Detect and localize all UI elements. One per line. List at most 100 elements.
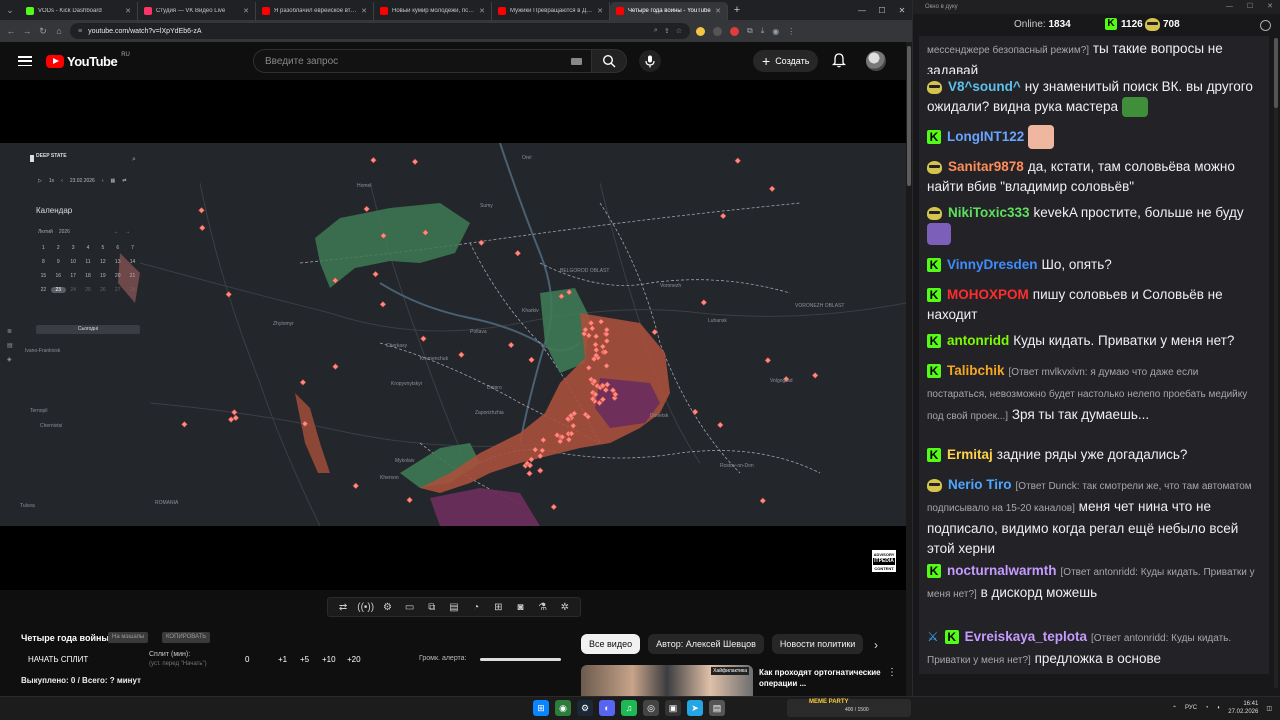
minimize-icon[interactable]: —	[852, 0, 872, 20]
meme-party-widget[interactable]: МЕМЕ PARTY 400 / 1500	[787, 699, 911, 717]
extension-icon[interactable]	[696, 26, 705, 36]
calendar-day[interactable]: 12	[95, 259, 110, 265]
tray-chevron-icon[interactable]: ⌃	[1172, 705, 1177, 712]
steam-icon[interactable]: ⚙	[577, 700, 593, 716]
chat-username[interactable]: NikiToxic333	[948, 205, 1030, 220]
video-player[interactable]: DEEP STATE ⌕ ▷ 1х ‹ 23.02.2026 › ▦ ⇄ Кал…	[0, 80, 906, 590]
new-tab-button[interactable]: +	[728, 4, 746, 16]
keyboard-icon[interactable]	[571, 58, 582, 65]
start-split-button[interactable]: НАЧАТЬ СПЛИТ	[28, 655, 88, 664]
chat-username[interactable]: V8^sound^	[948, 79, 1021, 94]
profile-icon[interactable]: ◉	[772, 27, 779, 36]
voice-search-button[interactable]	[639, 50, 661, 72]
kebab-menu-icon[interactable]: ⋮	[887, 667, 897, 678]
telegram-icon[interactable]: ➤	[687, 700, 703, 716]
next-icon[interactable]: ›	[102, 178, 104, 184]
minimize-icon[interactable]: —	[1226, 0, 1233, 14]
calendar-day[interactable]: 11	[81, 259, 96, 265]
notifications-button[interactable]	[831, 53, 847, 73]
calendar-day[interactable]: 6	[110, 245, 125, 251]
forward-icon[interactable]: →	[22, 26, 32, 36]
close-icon[interactable]: ✕	[715, 7, 721, 15]
screenshot-icon[interactable]: ⊞	[490, 602, 506, 613]
recommended-video[interactable]: Хайфилактика Как проходят ортогнатически…	[581, 665, 901, 696]
tab[interactable]: Новый кумир молодежи, псих... ✕	[374, 2, 492, 20]
lang-indicator[interactable]: РУС	[1185, 705, 1197, 711]
prev-icon[interactable]: ‹	[61, 178, 63, 184]
calendar-day[interactable]: 17	[66, 273, 81, 279]
video-thumbnail[interactable]: Хайфилактика	[581, 665, 753, 696]
next-month-icon[interactable]: →	[125, 229, 130, 235]
home-icon[interactable]: ⌂	[54, 26, 64, 36]
puzzle-icon[interactable]: ⧉	[747, 26, 753, 36]
close-icon[interactable]: ✕	[243, 7, 249, 15]
tab-search-icon[interactable]: ⌄	[0, 0, 20, 20]
pip-icon[interactable]: ⧉	[424, 602, 440, 613]
calendar-day[interactable]: 4	[81, 245, 96, 251]
tab[interactable]: Четыре года войны - YouTube ✕	[610, 2, 728, 20]
speed-icon[interactable]: ◔	[468, 602, 484, 613]
today-button[interactable]: Сьогодні	[36, 325, 140, 334]
tab[interactable]: Мужики Превращаются в ДЕВ... ✕	[492, 2, 610, 20]
share-icon[interactable]: ⇄	[122, 178, 126, 184]
filter-icon[interactable]: ◈	[7, 356, 13, 363]
site-info-icon[interactable]: ≡	[78, 28, 82, 35]
calendar-day[interactable]: 13	[110, 259, 125, 265]
maximize-icon[interactable]: ☐	[872, 0, 892, 20]
gear-icon[interactable]: ✲	[557, 602, 573, 613]
calendar-day[interactable]: 18	[81, 273, 96, 279]
calendar-day[interactable]: 8	[36, 259, 51, 265]
chat-username[interactable]: Sanitar9878	[948, 159, 1024, 174]
chat-scrollbar[interactable]	[1274, 38, 1278, 688]
chat-username[interactable]: LongINT122	[947, 129, 1024, 144]
chip-author[interactable]: Автор: Алексей Шевцов	[648, 634, 764, 654]
copy-button[interactable]: КОПИРОВАТЬ	[162, 632, 211, 643]
calendar-day[interactable]: 5	[95, 245, 110, 251]
close-icon[interactable]: ✕	[1267, 0, 1273, 14]
tag-mashups[interactable]: На мэшапы	[108, 632, 149, 643]
flask-icon[interactable]: ⚗	[535, 602, 551, 613]
close-icon[interactable]: ✕	[479, 7, 485, 15]
tab[interactable]: Студия — VK Видео Live ✕	[138, 2, 256, 20]
calendar-day[interactable]: 16	[51, 273, 66, 279]
calendar-day[interactable]: 2	[51, 245, 66, 251]
youtube-logo[interactable]: YouTube RU	[46, 52, 130, 69]
camera-icon[interactable]: ◙	[512, 602, 528, 613]
extension-icon[interactable]	[730, 26, 739, 36]
avatar[interactable]	[866, 51, 886, 71]
chat-username[interactable]: VinnyDresden	[947, 257, 1038, 272]
chat-username[interactable]: antonridd	[947, 333, 1009, 348]
obs-icon[interactable]: ◎	[643, 700, 659, 716]
extension-icon[interactable]	[713, 26, 722, 36]
chat-username[interactable]: Nerio Tiro	[948, 477, 1012, 492]
calendar-day[interactable]: 25	[81, 287, 96, 293]
calendar-day[interactable]: 23	[50, 287, 66, 293]
map-speed[interactable]: 1х	[49, 178, 54, 184]
recommended-title[interactable]: Как проходят ортогнатические операции ..…	[759, 667, 887, 689]
calendar-month[interactable]: Лютий	[38, 229, 53, 235]
calendar-day[interactable]: 7	[125, 245, 140, 251]
calendar-day[interactable]: 26	[95, 287, 110, 293]
chat-username[interactable]: Ermitaj	[947, 447, 993, 462]
calendar-day[interactable]: 9	[51, 259, 66, 265]
clock[interactable]: 16:41 27.02.2026	[1228, 700, 1258, 716]
search-button[interactable]	[591, 49, 627, 73]
add-20-button[interactable]: +20	[347, 655, 361, 664]
tab[interactable]: Я разоблачил еврейское втор... ✕	[256, 2, 374, 20]
chat-username[interactable]: Talibchik	[947, 363, 1005, 378]
app-icon[interactable]: ▣	[665, 700, 681, 716]
tab[interactable]: VODs - Kick Dashboard ✕	[20, 2, 138, 20]
calendar-day[interactable]: 10	[66, 259, 81, 265]
calendar-day[interactable]: 22	[36, 287, 51, 293]
share-icon[interactable]: ⇪	[664, 27, 670, 35]
map-search-icon[interactable]: ⌕	[132, 156, 136, 164]
chrome-icon[interactable]: ◉	[555, 700, 571, 716]
subtitles-icon[interactable]: ▤	[446, 602, 462, 613]
chip-all-videos[interactable]: Все видео	[581, 634, 641, 654]
list-icon[interactable]: ▤	[7, 342, 13, 349]
alert-volume-slider[interactable]	[480, 658, 561, 661]
bookmark-star-icon[interactable]: ☆	[676, 27, 682, 35]
settings-panel-icon[interactable]: ⚙	[379, 602, 395, 613]
search-icon[interactable]: ⌕	[654, 27, 658, 35]
search-input[interactable]: Введите запрос	[253, 49, 593, 73]
